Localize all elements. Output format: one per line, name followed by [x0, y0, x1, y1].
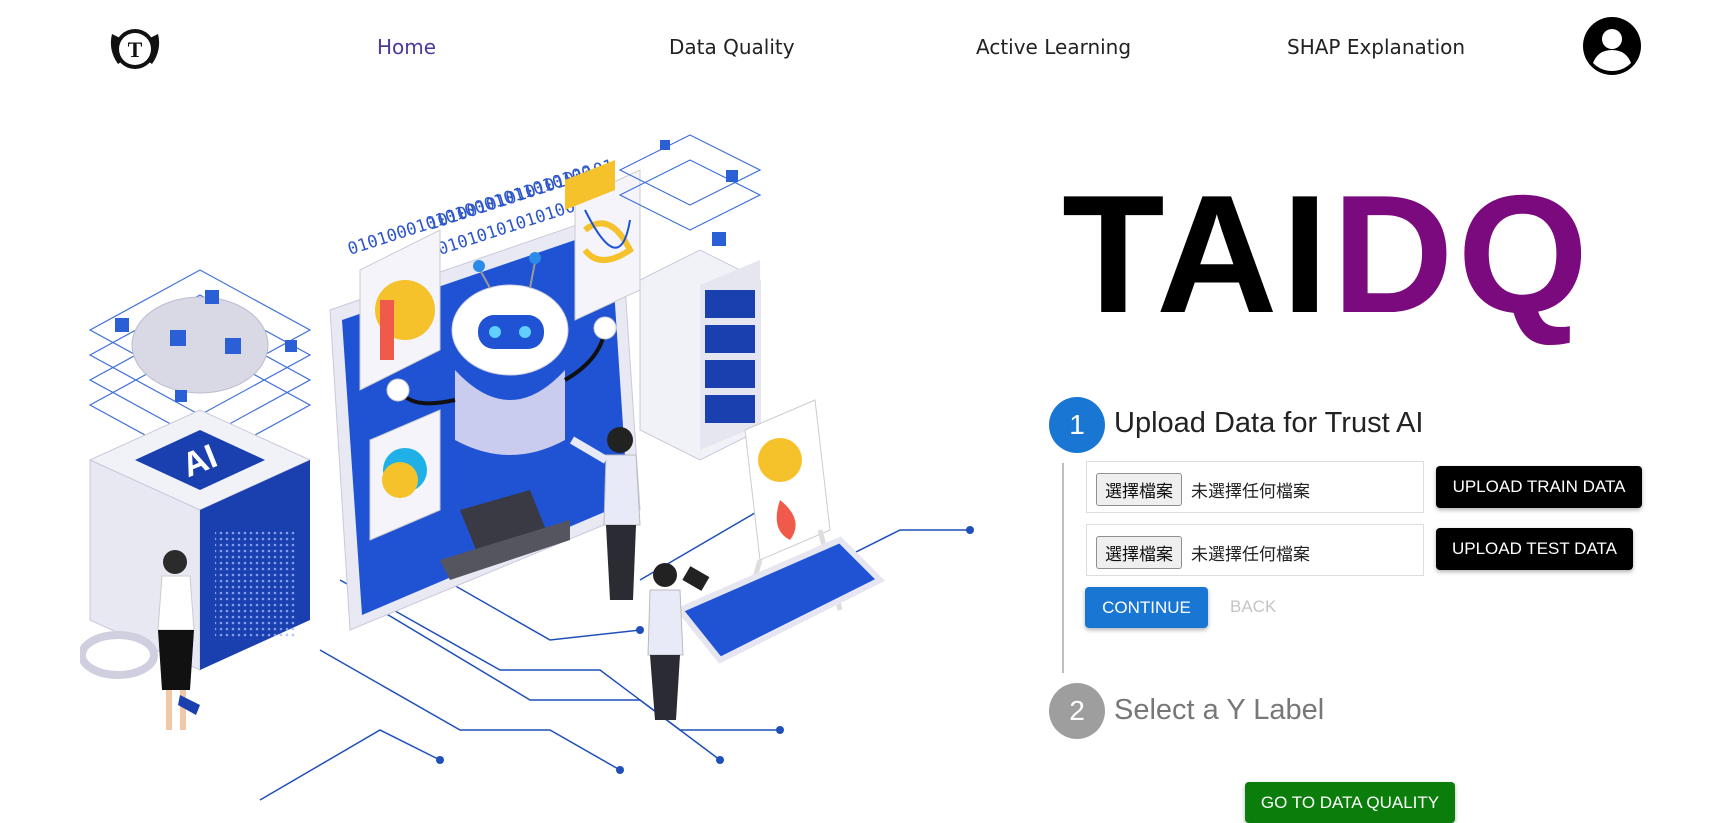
upload-test-button[interactable]: UPLOAD TEST DATA	[1436, 528, 1633, 570]
nav-shap-explanation[interactable]: SHAP Explanation	[1287, 35, 1465, 59]
account-icon[interactable]	[1582, 16, 1642, 76]
back-button[interactable]: BACK	[1230, 597, 1276, 617]
brand-part-2: DQ	[1332, 160, 1593, 348]
file-status: 未選擇任何檔案	[1191, 545, 1310, 565]
choose-file-button[interactable]: 選擇檔案	[1096, 536, 1182, 569]
train-file-input[interactable]: 選擇檔案 未選擇任何檔案	[1086, 461, 1424, 513]
nav-data-quality[interactable]: Data Quality	[669, 35, 795, 59]
logo-letter: T	[128, 37, 143, 62]
continue-button[interactable]: CONTINUE	[1085, 587, 1208, 628]
step-2-label: Select a Y Label	[1114, 694, 1325, 726]
step-2-indicator: 2	[1049, 683, 1105, 739]
step-1-indicator: 1	[1049, 397, 1105, 453]
upload-train-button[interactable]: UPLOAD TRAIN DATA	[1436, 466, 1642, 508]
logo-icon[interactable]: T	[106, 20, 164, 78]
choose-file-button[interactable]: 選擇檔案	[1096, 473, 1182, 506]
step-connector	[1062, 463, 1064, 673]
hero-illustration: AI 0101000101010001011010100 10100101010…	[80, 134, 974, 801]
step-1-label: Upload Data for Trust AI	[1114, 407, 1424, 439]
nav-home[interactable]: Home	[377, 35, 436, 59]
test-file-input[interactable]: 選擇檔案 未選擇任何檔案	[1086, 524, 1424, 576]
go-to-data-quality-button[interactable]: GO TO DATA QUALITY	[1245, 782, 1455, 823]
top-navbar: T Home Data Quality Active Learning SHAP…	[0, 0, 1715, 92]
brand-part-1: TAI	[1062, 160, 1333, 348]
nav-active-learning[interactable]: Active Learning	[976, 35, 1131, 59]
file-status: 未選擇任何檔案	[1191, 482, 1310, 502]
brand-title: TAIDQ	[1062, 170, 1592, 338]
